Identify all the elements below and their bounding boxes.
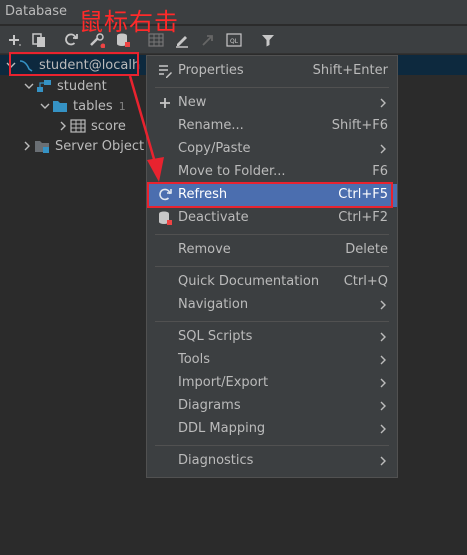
table-label: score: [91, 118, 126, 134]
menu-item-diagnostics[interactable]: Diagnostics: [147, 450, 397, 473]
server-objects-icon: [34, 138, 50, 154]
menu-item-move-to-folder[interactable]: Move to Folder... F6: [147, 161, 397, 184]
tree-node-server-objects[interactable]: Server Object: [20, 136, 144, 156]
schema-label: student: [57, 78, 107, 94]
menu-item-navigation[interactable]: Navigation: [147, 294, 397, 317]
table-icon: [70, 118, 86, 134]
menu-separator: [155, 266, 389, 267]
menu-separator: [155, 234, 389, 235]
annotation-box-refresh: [147, 182, 393, 208]
submenu-arrow-icon: [379, 400, 387, 416]
menu-item-remove[interactable]: Remove Delete: [147, 239, 397, 262]
tree-node-schema[interactable]: student: [22, 76, 107, 96]
plus-icon[interactable]: [6, 32, 22, 48]
submenu-arrow-icon: [379, 331, 387, 347]
menu-item-import-export[interactable]: Import/Export: [147, 372, 397, 395]
submenu-arrow-icon: [379, 377, 387, 393]
refresh-icon[interactable]: [63, 32, 79, 48]
properties-icon: [157, 63, 173, 79]
menu-item-sql-scripts[interactable]: SQL Scripts: [147, 326, 397, 349]
jump-icon[interactable]: [200, 32, 216, 48]
submenu-arrow-icon: [379, 354, 387, 370]
plus-icon: [157, 95, 173, 111]
menu-item-diagrams[interactable]: Diagrams: [147, 395, 397, 418]
filter-icon[interactable]: [260, 32, 276, 48]
menu-item-quick-documentation[interactable]: Quick Documentation Ctrl+Q: [147, 271, 397, 294]
folder-icon: [52, 98, 68, 114]
chevron-down-icon[interactable]: [38, 101, 52, 111]
tree-node-tables[interactable]: tables 1: [38, 96, 126, 116]
submenu-arrow-icon: [379, 143, 387, 159]
menu-separator: [155, 321, 389, 322]
submenu-arrow-icon: [379, 455, 387, 471]
schema-icon: [36, 78, 52, 94]
submenu-arrow-icon: [379, 423, 387, 439]
panel-title: Database: [5, 4, 68, 19]
submenu-arrow-icon: [379, 97, 387, 113]
context-menu: Properties Shift+Enter New Rename... Shi…: [146, 55, 398, 478]
menu-separator: [155, 87, 389, 88]
copy-icon[interactable]: [31, 32, 47, 48]
chevron-right-icon[interactable]: [56, 121, 70, 131]
chevron-right-icon[interactable]: [20, 141, 34, 151]
menu-item-tools[interactable]: Tools: [147, 349, 397, 372]
chevron-down-icon[interactable]: [22, 81, 36, 91]
submenu-arrow-icon: [379, 299, 387, 315]
menu-item-deactivate[interactable]: Deactivate Ctrl+F2: [147, 207, 397, 230]
tables-count: 1: [118, 99, 126, 113]
menu-separator: [155, 445, 389, 446]
menu-item-copy-paste[interactable]: Copy/Paste: [147, 138, 397, 161]
server-objects-label: Server Object: [55, 138, 145, 154]
annotation-text: 鼠标右击: [79, 8, 179, 36]
query-console-icon[interactable]: QL: [226, 32, 242, 48]
menu-item-rename[interactable]: Rename... Shift+F6: [147, 115, 397, 138]
database-toolbar: QL: [0, 26, 467, 54]
tables-label: tables: [73, 98, 113, 114]
tool-window-header: Database: [0, 0, 467, 24]
tree-node-table-score[interactable]: score: [56, 116, 126, 136]
annotation-box-connection: [9, 52, 139, 76]
database-disconnect-icon: [157, 210, 173, 226]
svg-text:QL: QL: [230, 38, 239, 45]
menu-item-properties[interactable]: Properties Shift+Enter: [147, 60, 397, 83]
menu-item-ddl-mapping[interactable]: DDL Mapping: [147, 418, 397, 441]
menu-item-new[interactable]: New: [147, 92, 397, 115]
